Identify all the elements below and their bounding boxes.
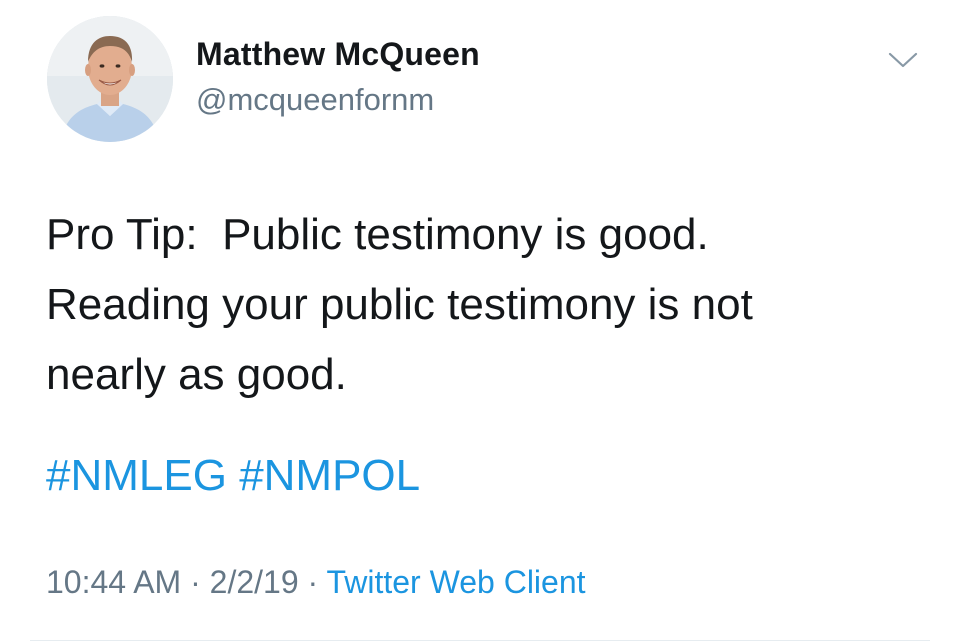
tweet-card: Matthew McQueen @mcqueenfornm Pro Tip: P… (0, 0, 960, 642)
avatar-photo (47, 16, 173, 142)
tweet-text-line: Pro Tip: Public testimony is good. (46, 210, 709, 259)
meta-separator: · (307, 564, 319, 600)
tweet-metadata: 10:44 AM · 2/2/19 · Twitter Web Client (46, 560, 586, 604)
meta-separator: · (190, 564, 201, 600)
avatar[interactable] (47, 16, 173, 142)
display-name[interactable]: Matthew McQueen (196, 36, 480, 73)
hashtag-nmpol-link[interactable]: #NMPOL (239, 451, 420, 500)
tweet-text: Pro Tip: Public testimony is good. Readi… (46, 200, 926, 410)
hashtag-nmleg-link[interactable]: #NMLEG (46, 451, 227, 500)
hashtag-list: #NMLEG #NMPOL (46, 446, 420, 506)
tweet-text-line: Reading your public testimony is not (46, 280, 753, 329)
tweet-time[interactable]: 10:44 AM (46, 564, 181, 600)
divider (30, 640, 930, 641)
chevron-down-icon[interactable] (886, 48, 920, 72)
tweet-date[interactable]: 2/2/19 (210, 564, 299, 600)
tweet-source-link[interactable]: Twitter Web Client (326, 564, 585, 600)
tweet-text-line: nearly as good. (46, 350, 347, 399)
user-handle[interactable]: @mcqueenfornm (196, 82, 434, 118)
